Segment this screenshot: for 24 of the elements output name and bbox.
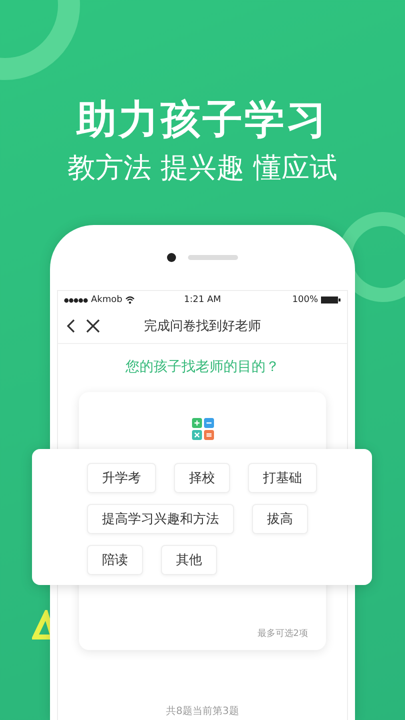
option-chip[interactable]: 升学考 bbox=[87, 463, 156, 493]
close-icon[interactable] bbox=[86, 319, 100, 333]
battery-icon bbox=[321, 296, 341, 304]
math-icon bbox=[192, 418, 214, 440]
option-chip[interactable]: 其他 bbox=[161, 545, 217, 575]
option-chip[interactable]: 拔高 bbox=[252, 504, 308, 534]
subheadline: 教方法 提兴趣 懂应试 bbox=[68, 150, 338, 186]
carrier-name: Akmob bbox=[91, 295, 122, 305]
progress-text: 共8题当前第3题 bbox=[165, 706, 240, 718]
option-chip[interactable]: 择校 bbox=[174, 463, 230, 493]
wifi-icon bbox=[125, 296, 136, 304]
signal-icon bbox=[64, 298, 88, 302]
option-chip[interactable]: 打基础 bbox=[248, 463, 317, 493]
selection-hint: 最多可选2项 bbox=[257, 628, 308, 640]
option-chip[interactable]: 提高学习兴趣和方法 bbox=[87, 504, 234, 534]
back-icon[interactable] bbox=[66, 319, 76, 333]
camera-icon bbox=[167, 253, 176, 262]
status-time: 1:21 AM bbox=[184, 295, 221, 305]
page-title: 完成问卷找到好老师 bbox=[143, 318, 262, 335]
battery-percent: 100% bbox=[292, 295, 318, 305]
speaker-icon bbox=[188, 255, 238, 260]
headline: 助力孩子学习 bbox=[76, 96, 328, 144]
option-chip[interactable]: 陪读 bbox=[87, 545, 143, 575]
question-text: 您的孩子找老师的目的？ bbox=[124, 358, 280, 376]
